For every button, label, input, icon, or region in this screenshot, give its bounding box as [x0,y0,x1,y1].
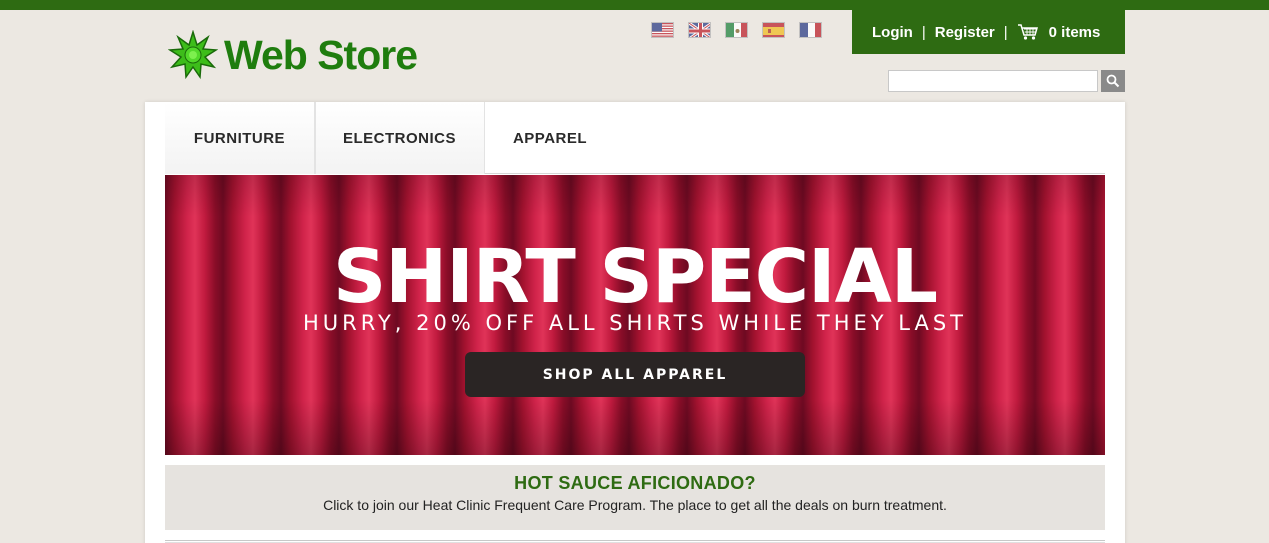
promo-title: HOT SAUCE AFICIONADO? [514,473,756,493]
nav-item-apparel[interactable]: APPAREL [485,102,615,174]
separator: | [1003,23,1008,41]
main-panel: FURNITURE ELECTRONICS APPAREL SHIRT SPEC… [145,102,1125,543]
logo[interactable]: Web Store [168,30,418,80]
spain-flag-icon[interactable] [762,22,785,38]
banner-subtitle: HURRY, 20% OFF ALL SHIRTS WHILE THEY LAS… [302,311,968,335]
separator: | [921,23,926,41]
promo-banner[interactable]: SHIRT SPECIAL HURRY, 20% OFF ALL SHIRTS … [165,175,1105,455]
search-input[interactable] [888,70,1098,92]
category-nav: FURNITURE ELECTRONICS APPAREL [165,102,1105,174]
cart-count[interactable]: 0 items [1049,24,1101,41]
language-selector [651,22,822,38]
shopping-cart-icon[interactable] [1017,23,1039,41]
nav-item-furniture[interactable]: FURNITURE [165,102,315,174]
logo-text: Web Store [224,32,418,78]
search-button[interactable] [1101,70,1125,92]
banner-title: SHIRT SPECIAL [332,234,938,320]
mexico-flag-icon[interactable] [725,22,748,38]
register-link[interactable]: Register [935,24,995,41]
hot-sauce-promo[interactable]: HOT SAUCE AFICIONADO? Click to join our … [165,465,1105,530]
magnifier-icon [1106,74,1120,88]
login-link[interactable]: Login [872,24,913,41]
promo-text: Click to join our Heat Clinic Frequent C… [323,497,947,513]
green-star-icon [168,30,218,80]
france-flag-icon[interactable] [799,22,822,38]
shop-apparel-button[interactable]: SHOP ALL APPAREL [465,352,805,397]
top-stripe [0,0,1269,10]
user-bar: Login | Register | 0 items [852,10,1125,54]
uk-flag-icon[interactable] [688,22,711,38]
nav-item-electronics[interactable]: ELECTRONICS [315,102,485,174]
us-flag-icon[interactable] [651,22,674,38]
